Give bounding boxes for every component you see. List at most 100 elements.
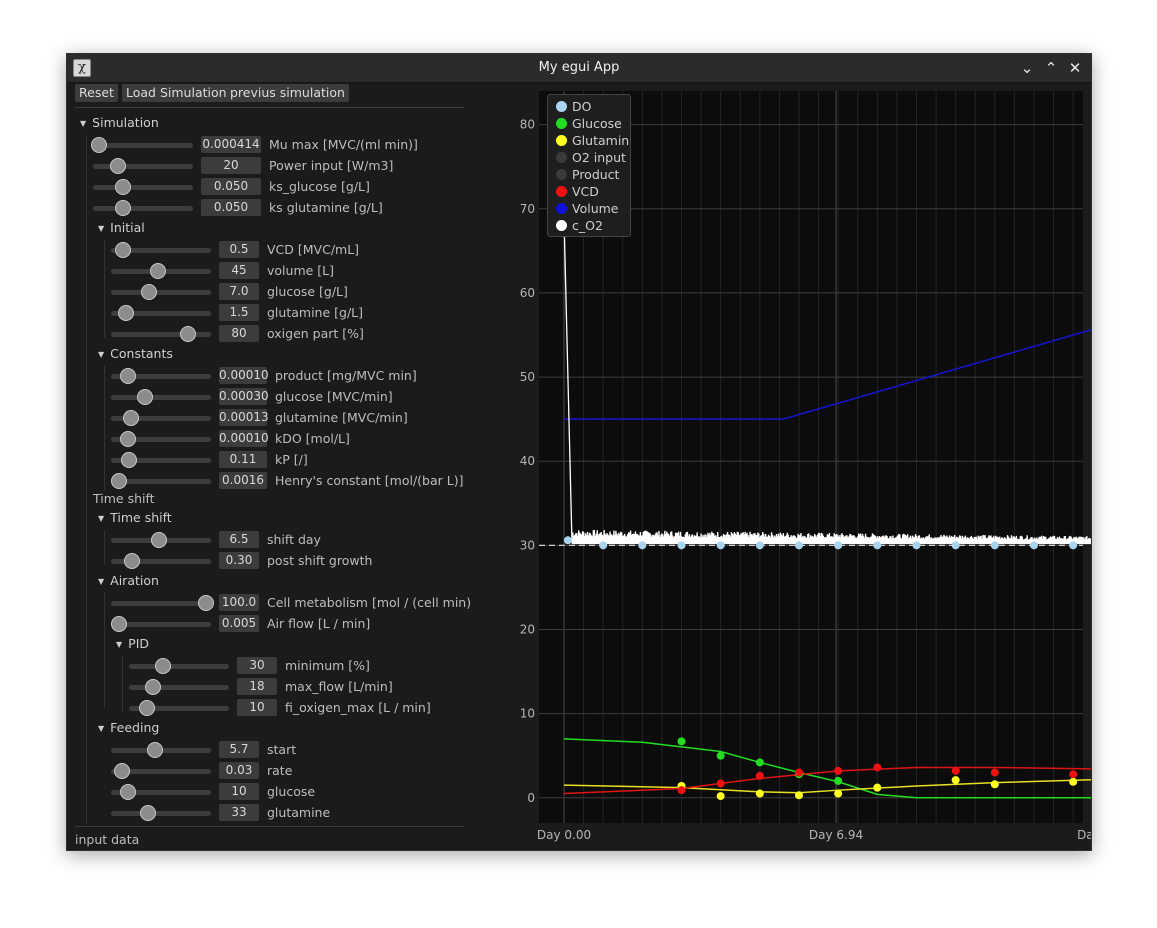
- legend-item[interactable]: O2 input: [556, 149, 626, 166]
- legend-marker-icon: [556, 135, 567, 146]
- slider-value-field[interactable]: 10: [219, 783, 259, 800]
- close-icon[interactable]: ✕: [1065, 58, 1085, 78]
- slider-knob[interactable]: [120, 784, 136, 800]
- slider-track[interactable]: [93, 206, 193, 211]
- slider-value-field[interactable]: 0.00010: [219, 430, 269, 447]
- slider-value-field[interactable]: 33: [219, 804, 259, 821]
- slider-value-field[interactable]: 0.03: [219, 762, 259, 779]
- slider-label: fi_oxigen_max [L / min]: [285, 700, 431, 715]
- legend-label: Product: [572, 167, 620, 182]
- section-initial[interactable]: ▼ Initial: [98, 220, 145, 235]
- section-pid[interactable]: ▼ PID: [116, 636, 149, 651]
- slider-knob[interactable]: [115, 200, 131, 216]
- status-text: input data: [75, 832, 140, 847]
- collapse-triangle-icon: ▼: [98, 724, 105, 733]
- legend-item[interactable]: Glucose: [556, 115, 622, 132]
- section-airation[interactable]: ▼ Airation: [98, 573, 159, 588]
- slider-value-field[interactable]: 30: [237, 657, 277, 674]
- slider-track[interactable]: [111, 332, 211, 337]
- slider-value-field[interactable]: 5.7: [219, 741, 259, 758]
- slider-knob[interactable]: [151, 532, 167, 548]
- slider-value-field[interactable]: 0.00013: [219, 409, 269, 426]
- slider-knob[interactable]: [137, 389, 153, 405]
- slider-row: 0.00030 glucose [MVC/min]: [67, 388, 471, 406]
- legend-item[interactable]: Product: [556, 166, 619, 183]
- slider-knob[interactable]: [111, 616, 127, 632]
- section-simulation[interactable]: ▼ Simulation: [80, 115, 159, 130]
- slider-value-field[interactable]: 18: [237, 678, 277, 695]
- slider-knob[interactable]: [180, 326, 196, 342]
- slider-knob[interactable]: [118, 305, 134, 321]
- slider-knob[interactable]: [115, 179, 131, 195]
- x-tick-label: Day 0.00: [537, 828, 591, 842]
- slider-track[interactable]: [129, 664, 229, 669]
- slider-value-field[interactable]: 0.0016: [219, 472, 267, 489]
- slider-knob[interactable]: [91, 137, 107, 153]
- slider-track[interactable]: [93, 143, 193, 148]
- slider-knob[interactable]: [140, 805, 156, 821]
- slider-knob[interactable]: [121, 452, 137, 468]
- legend-item[interactable]: DO: [556, 98, 591, 115]
- slider-knob[interactable]: [120, 368, 136, 384]
- slider-value-field[interactable]: 10: [237, 699, 277, 716]
- slider-track[interactable]: [111, 811, 211, 816]
- slider-knob[interactable]: [111, 473, 127, 489]
- slider-value-field[interactable]: 1.5: [219, 304, 259, 321]
- slider-value-field[interactable]: 0.000414: [201, 136, 261, 153]
- slider-track[interactable]: [93, 164, 193, 169]
- slider-value-field[interactable]: 7.0: [219, 283, 259, 300]
- slider-knob[interactable]: [198, 595, 214, 611]
- section-constants[interactable]: ▼ Constants: [98, 346, 173, 361]
- slider-track[interactable]: [129, 685, 229, 690]
- slider-label: ks_glucose [g/L]: [269, 179, 370, 194]
- legend-item[interactable]: Glutamin: [556, 132, 629, 149]
- minimize-icon[interactable]: ⌄: [1017, 58, 1037, 78]
- chart-legend: DO Glucose Glutamin O2 input Product VCD Volum…: [547, 94, 631, 237]
- slider-knob[interactable]: [115, 242, 131, 258]
- reset-button[interactable]: Reset: [75, 84, 118, 102]
- legend-item[interactable]: VCD: [556, 183, 599, 200]
- slider-knob[interactable]: [139, 700, 155, 716]
- slider-label: glutamine: [267, 805, 331, 820]
- slider-knob[interactable]: [145, 679, 161, 695]
- slider-knob[interactable]: [120, 431, 136, 447]
- slider-label: oxigen part [%]: [267, 326, 364, 341]
- data-point-VCD: [755, 771, 764, 780]
- slider-value-field[interactable]: 0.11: [219, 451, 267, 468]
- slider-value-field[interactable]: 45: [219, 262, 259, 279]
- slider-knob[interactable]: [110, 158, 126, 174]
- slider-value-field[interactable]: 0.050: [201, 178, 261, 195]
- slider-track[interactable]: [111, 601, 211, 606]
- previous-simulation-button[interactable]: previus simulation: [226, 84, 349, 102]
- slider-knob[interactable]: [114, 763, 130, 779]
- load-simulation-button[interactable]: Load Simulation: [122, 84, 231, 102]
- slider-value-field[interactable]: 0.050: [201, 199, 261, 216]
- slider-knob[interactable]: [150, 263, 166, 279]
- slider-track[interactable]: [93, 185, 193, 190]
- slider-value-field[interactable]: 0.5: [219, 241, 259, 258]
- maximize-icon[interactable]: ⌃: [1041, 58, 1061, 78]
- section-label: Initial: [110, 220, 145, 235]
- slider-value-field[interactable]: 6.5: [219, 531, 259, 548]
- slider-value-field[interactable]: 80: [219, 325, 259, 342]
- slider-value-field[interactable]: 0.00010: [219, 367, 269, 384]
- slider-track[interactable]: [111, 290, 211, 295]
- section-feeding[interactable]: ▼ Feeding: [98, 720, 159, 735]
- slider-knob[interactable]: [141, 284, 157, 300]
- slider-value-field[interactable]: 20: [201, 157, 261, 174]
- section-label: Feeding: [110, 720, 160, 735]
- legend-item[interactable]: c_O2: [556, 217, 603, 234]
- legend-item[interactable]: Volume: [556, 200, 619, 217]
- plot-panel[interactable]: 0 10 20 30 40 50 60 70 80 Day 0.00 Day 6.94 Day 13.…: [471, 83, 1139, 850]
- slider-value-field[interactable]: 0.005: [219, 615, 259, 632]
- section-time-shift[interactable]: ▼ Time shift: [98, 510, 172, 525]
- slider-value-field[interactable]: 100.0: [219, 594, 259, 611]
- slider-value-field[interactable]: 0.30: [219, 552, 259, 569]
- slider-track[interactable]: [111, 395, 211, 400]
- slider-knob[interactable]: [147, 742, 163, 758]
- slider-value-field[interactable]: 0.00030: [219, 388, 269, 405]
- data-point-DO: [716, 541, 725, 550]
- slider-knob[interactable]: [124, 553, 140, 569]
- slider-knob[interactable]: [155, 658, 171, 674]
- slider-knob[interactable]: [123, 410, 139, 426]
